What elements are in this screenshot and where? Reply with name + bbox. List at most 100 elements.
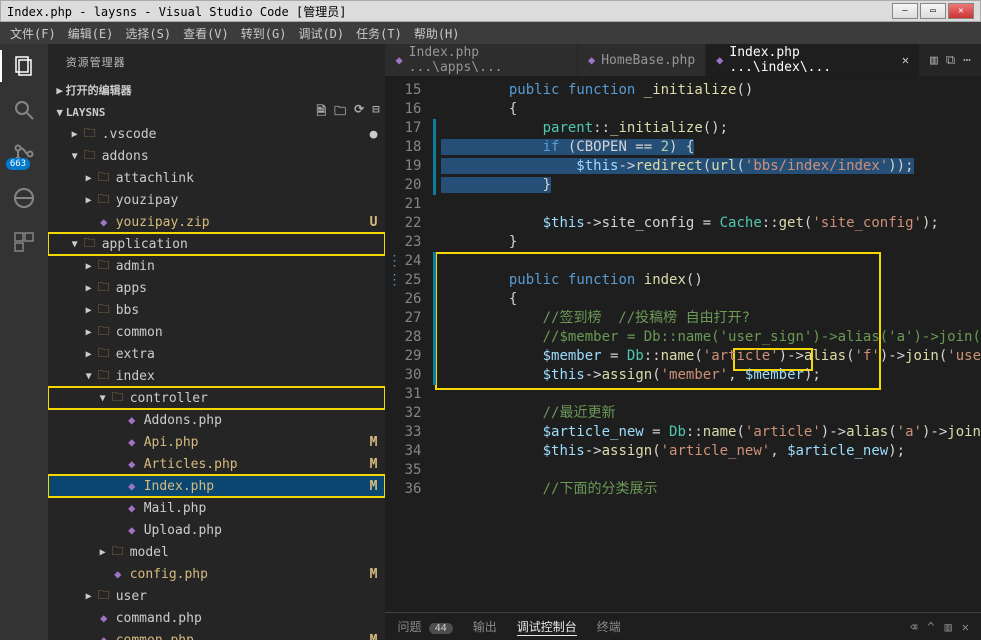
- file-Addons.php[interactable]: ◆Addons.php: [48, 409, 386, 431]
- file-Index.php[interactable]: ◆Index.phpM: [48, 475, 386, 497]
- explorer-icon[interactable]: [10, 52, 38, 80]
- layout-icon[interactable]: ▥: [945, 620, 952, 634]
- file-Articles.php[interactable]: ◆Articles.phpM: [48, 453, 386, 475]
- code-line[interactable]: parent::_initialize();: [433, 119, 981, 138]
- close-button[interactable]: ✕: [948, 3, 974, 19]
- folder-index[interactable]: ▼🗀index: [48, 365, 386, 387]
- folder-admin[interactable]: ▶🗀admin: [48, 255, 386, 277]
- menu-select[interactable]: 选择(S): [119, 25, 177, 42]
- file-config.php[interactable]: ◆config.phpM: [48, 563, 386, 585]
- code-line[interactable]: [433, 252, 981, 271]
- code-line[interactable]: $member = Db::name('article')->alias('f'…: [433, 347, 981, 366]
- new-file-icon[interactable]: 🗎: [316, 102, 326, 123]
- code-line[interactable]: $this->redirect(url('bbs/index/index'));: [433, 157, 981, 176]
- editor-tab[interactable]: ◆HomeBase.php: [578, 44, 706, 76]
- folder-user[interactable]: ▶🗀user: [48, 585, 386, 607]
- code-line[interactable]: {: [433, 100, 981, 119]
- panel-debug-console[interactable]: 调试控制台: [517, 618, 577, 636]
- file-Upload.php[interactable]: ◆Upload.php: [48, 519, 386, 541]
- close-tab-icon[interactable]: ✕: [902, 53, 909, 67]
- code-line[interactable]: [433, 385, 981, 404]
- folder-model[interactable]: ▶🗀model: [48, 541, 386, 563]
- code-line[interactable]: $this->assign('article_new', $article_ne…: [433, 442, 981, 461]
- modified-indicator: M: [370, 435, 378, 450]
- code-line[interactable]: //最近更新: [433, 404, 981, 423]
- file-Mail.php[interactable]: ◆Mail.php: [48, 497, 386, 519]
- collapse-icon[interactable]: ⊟: [372, 102, 379, 123]
- folder-icon: 🗀: [82, 146, 98, 167]
- code-line[interactable]: {: [433, 290, 981, 309]
- menu-go[interactable]: 转到(G): [235, 25, 293, 42]
- code-line[interactable]: $this->assign('member', $member);: [433, 366, 981, 385]
- menu-edit[interactable]: 编辑(E): [62, 25, 120, 42]
- folder-common[interactable]: ▶🗀common: [48, 321, 386, 343]
- workspace-section[interactable]: ▼LAYSNS 🗎 🗀 ⟳ ⊟: [48, 101, 386, 123]
- code-line[interactable]: //下面的分类展示: [433, 480, 981, 499]
- tree-item-label: youzipay.zip: [116, 215, 210, 230]
- php-file-icon: ◆: [716, 53, 723, 67]
- menu-file[interactable]: 文件(F): [4, 25, 62, 42]
- split-icon[interactable]: ▥: [930, 53, 938, 68]
- maximize-button[interactable]: ▭: [920, 3, 946, 19]
- editor-tab[interactable]: ◆Index.php ...\apps\...: [385, 44, 578, 76]
- file-Api.php[interactable]: ◆Api.phpM: [48, 431, 386, 453]
- panel-problems[interactable]: 问题 44: [397, 618, 452, 635]
- folder-controller[interactable]: ▼🗀controller: [48, 387, 386, 409]
- folder-icon: 🗀: [110, 388, 126, 409]
- tab-label: Index.php ...\apps\...: [409, 45, 567, 75]
- minimize-button[interactable]: —: [892, 3, 918, 19]
- code-line[interactable]: [433, 195, 981, 214]
- close-panel-icon[interactable]: ✕: [962, 620, 969, 634]
- tree-item-label: Api.php: [144, 435, 199, 450]
- extensions-icon[interactable]: [10, 228, 38, 256]
- code-line[interactable]: //$member = Db::name('user_sign')->alias…: [433, 328, 981, 347]
- debug-icon[interactable]: [10, 184, 38, 212]
- tree-item-label: attachlink: [116, 171, 194, 186]
- file-common.php[interactable]: ◆common.phpM: [48, 629, 386, 640]
- code-area[interactable]: public function _initialize() { parent::…: [433, 77, 981, 612]
- clear-icon[interactable]: ⌫: [910, 620, 917, 634]
- code-line[interactable]: public function _initialize(): [433, 81, 981, 100]
- folder-attachlink[interactable]: ▶🗀attachlink: [48, 167, 386, 189]
- refresh-icon[interactable]: ⟳: [354, 102, 364, 123]
- folder-addons[interactable]: ▼🗀addons: [48, 145, 386, 167]
- code-line[interactable]: //签到榜 //投稿榜 自由打开?: [433, 309, 981, 328]
- folder-apps[interactable]: ▶🗀apps: [48, 277, 386, 299]
- editor-tab[interactable]: ◆Index.php ...\index\...✕: [706, 44, 920, 76]
- code-line[interactable]: if (CBOPEN == 2) {: [433, 138, 981, 157]
- panel-output[interactable]: 输出: [473, 618, 497, 635]
- folder-application[interactable]: ▼🗀application: [48, 233, 386, 255]
- menu-debug[interactable]: 调试(D): [292, 25, 350, 42]
- folder-youzipay[interactable]: ▶🗀youzipay: [48, 189, 386, 211]
- tree-item-label: application: [102, 237, 188, 252]
- menu-help[interactable]: 帮助(H): [408, 25, 466, 42]
- code-line[interactable]: $article_new = Db::name('article')->alia…: [433, 423, 981, 442]
- scm-icon[interactable]: 663: [10, 140, 38, 168]
- menu-view[interactable]: 查看(V): [177, 25, 235, 42]
- menu-task[interactable]: 任务(T): [350, 25, 408, 42]
- php-file-icon: ◆: [96, 611, 112, 625]
- new-folder-icon[interactable]: 🗀: [334, 102, 346, 123]
- panel-terminal[interactable]: 终端: [597, 618, 621, 635]
- code-line[interactable]: $this->site_config = Cache::get('site_co…: [433, 214, 981, 233]
- folder-.vscode[interactable]: ▶🗀.vscode●: [48, 123, 386, 145]
- folder-bbs[interactable]: ▶🗀bbs: [48, 299, 386, 321]
- folder-icon: 🗀: [96, 190, 112, 211]
- scm-badge: 663: [6, 158, 30, 170]
- folder-extra[interactable]: ▶🗀extra: [48, 343, 386, 365]
- folder-icon: 🗀: [96, 300, 112, 321]
- code-line[interactable]: }: [433, 176, 981, 195]
- code-line[interactable]: public function index(): [433, 271, 981, 290]
- code-line[interactable]: }: [433, 233, 981, 252]
- folder-icon: 🗀: [96, 344, 112, 365]
- more-icon[interactable]: ⋯: [963, 53, 971, 68]
- search-icon[interactable]: [10, 96, 38, 124]
- maximize-panel-icon[interactable]: ^: [927, 620, 934, 634]
- file-youzipay.zip[interactable]: ◆youzipay.zipU: [48, 211, 386, 233]
- compare-icon[interactable]: ⧉: [946, 53, 955, 68]
- tree-item-label: .vscode: [102, 127, 157, 142]
- file-command.php[interactable]: ◆command.php: [48, 607, 386, 629]
- code-line[interactable]: [433, 461, 981, 480]
- open-editors-section[interactable]: ▶打开的编辑器: [48, 79, 386, 101]
- tree-item-label: common: [116, 325, 163, 340]
